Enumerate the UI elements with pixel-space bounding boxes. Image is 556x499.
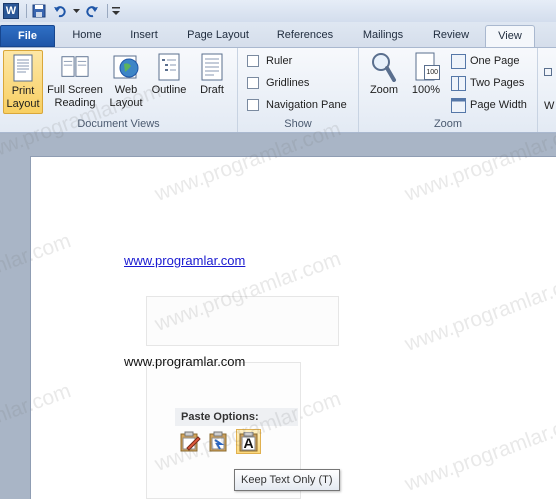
zoom-group-label: Zoom: [433, 118, 463, 130]
quick-access-toolbar: W: [0, 0, 556, 22]
merge-formatting-button[interactable]: [206, 429, 231, 454]
tab-view[interactable]: View: [485, 25, 535, 48]
navigation-pane-checkbox[interactable]: [247, 99, 259, 111]
redo-icon[interactable]: [83, 2, 101, 20]
ribbon-tab-bar: File Home Insert Page Layout References …: [0, 22, 556, 48]
outline-icon: [155, 52, 183, 82]
pasted-plain-text: www.programlar.com: [124, 354, 246, 369]
tab-mailings[interactable]: Mailings: [352, 25, 414, 47]
group-show: Ruler Gridlines Navigation Pane Show: [238, 48, 359, 132]
navigation-pane-label: Navigation Pane: [266, 99, 347, 111]
tab-file[interactable]: File: [0, 25, 55, 47]
undo-icon[interactable]: [51, 2, 69, 20]
keep-text-only-icon: A: [239, 431, 259, 452]
zoom-100-button[interactable]: 100 100%: [407, 50, 445, 114]
web-layout-label-2: Layout: [109, 97, 143, 109]
zoom-button[interactable]: Zoom: [365, 50, 403, 114]
page-width-label: Page Width: [470, 99, 527, 111]
keep-text-only-glyph: A: [243, 434, 254, 451]
merge-formatting-icon: [209, 431, 226, 451]
tab-review[interactable]: Review: [422, 25, 480, 47]
faded-box: [146, 296, 339, 346]
web-layout-icon: [112, 52, 140, 82]
keep-text-only-tooltip: Keep Text Only (T): [234, 469, 340, 491]
one-page-label: One Page: [470, 55, 520, 67]
new-window-icon[interactable]: [544, 68, 552, 76]
tab-home[interactable]: Home: [62, 25, 112, 47]
ruler-checkbox-row[interactable]: Ruler: [247, 52, 292, 70]
show-group-label: Show: [284, 118, 312, 130]
print-layout-button[interactable]: Print Layout: [3, 50, 43, 114]
two-pages-icon: [451, 75, 466, 91]
full-screen-reading-icon: [61, 52, 89, 82]
web-layout-button[interactable]: Web Layout: [107, 50, 145, 114]
group-document-views: Print Layout Full Screen Reading Web Lay…: [0, 48, 238, 132]
save-icon[interactable]: [30, 2, 48, 20]
gridlines-checkbox-row[interactable]: Gridlines: [247, 74, 309, 92]
window-group-partial-label: W: [544, 100, 555, 112]
page-width-button[interactable]: Page Width: [451, 96, 527, 114]
keep-text-only-button[interactable]: A: [236, 429, 261, 454]
zoom-100-icon: 100: [412, 52, 440, 82]
print-layout-label-2: Layout: [6, 98, 40, 110]
zoom-100-label: 100%: [411, 84, 441, 96]
zoom-100-icon-text: 100: [424, 65, 440, 80]
keep-source-formatting-icon: [180, 431, 201, 451]
print-layout-label-1: Print: [11, 85, 35, 97]
draft-label: Draft: [200, 84, 224, 96]
tab-insert[interactable]: Insert: [120, 25, 168, 47]
full-screen-reading-label-2: Reading: [54, 97, 96, 109]
draft-icon: [198, 52, 226, 82]
gridlines-label: Gridlines: [266, 77, 310, 89]
ruler-checkbox[interactable]: [247, 55, 259, 67]
full-screen-reading-label-1: Full Screen: [47, 84, 103, 96]
qat-separator: [107, 4, 108, 18]
two-pages-button[interactable]: Two Pages: [451, 74, 524, 92]
word-logo-letter: W: [3, 3, 19, 19]
outline-button[interactable]: Outline: [148, 50, 190, 114]
keep-source-formatting-button[interactable]: [177, 429, 202, 454]
navigation-pane-checkbox-row[interactable]: Navigation Pane: [247, 96, 347, 114]
qat-separator: [26, 4, 27, 18]
print-layout-icon: [9, 53, 37, 83]
hyperlink-text[interactable]: www.programlar.com: [124, 253, 245, 268]
tab-references[interactable]: References: [267, 25, 343, 47]
gridlines-checkbox[interactable]: [247, 77, 259, 89]
group-window-partial: W: [538, 48, 556, 132]
one-page-button[interactable]: One Page: [451, 52, 520, 70]
customize-icon[interactable]: [111, 2, 121, 20]
draft-button[interactable]: Draft: [193, 50, 231, 114]
group-zoom: Zoom 100 100% One Page Two Pages Page Wi…: [359, 48, 538, 132]
document-views-group-label: Document Views: [77, 118, 160, 130]
two-pages-label: Two Pages: [470, 77, 525, 89]
undo-dropdown-icon[interactable]: [72, 2, 80, 20]
magnifier-icon: [370, 52, 398, 82]
ribbon: Print Layout Full Screen Reading Web Lay…: [0, 47, 556, 133]
paste-options-label: Paste Options:: [175, 408, 298, 426]
web-layout-label-1: Web: [114, 84, 138, 96]
outline-label: Outline: [151, 84, 187, 96]
full-screen-reading-button[interactable]: Full Screen Reading: [45, 50, 105, 114]
one-page-icon: [451, 53, 466, 69]
word-logo-icon[interactable]: W: [2, 2, 20, 20]
zoom-label: Zoom: [369, 84, 399, 96]
tab-page-layout[interactable]: Page Layout: [178, 25, 258, 47]
page-width-icon: [451, 97, 466, 113]
ruler-label: Ruler: [266, 55, 293, 67]
